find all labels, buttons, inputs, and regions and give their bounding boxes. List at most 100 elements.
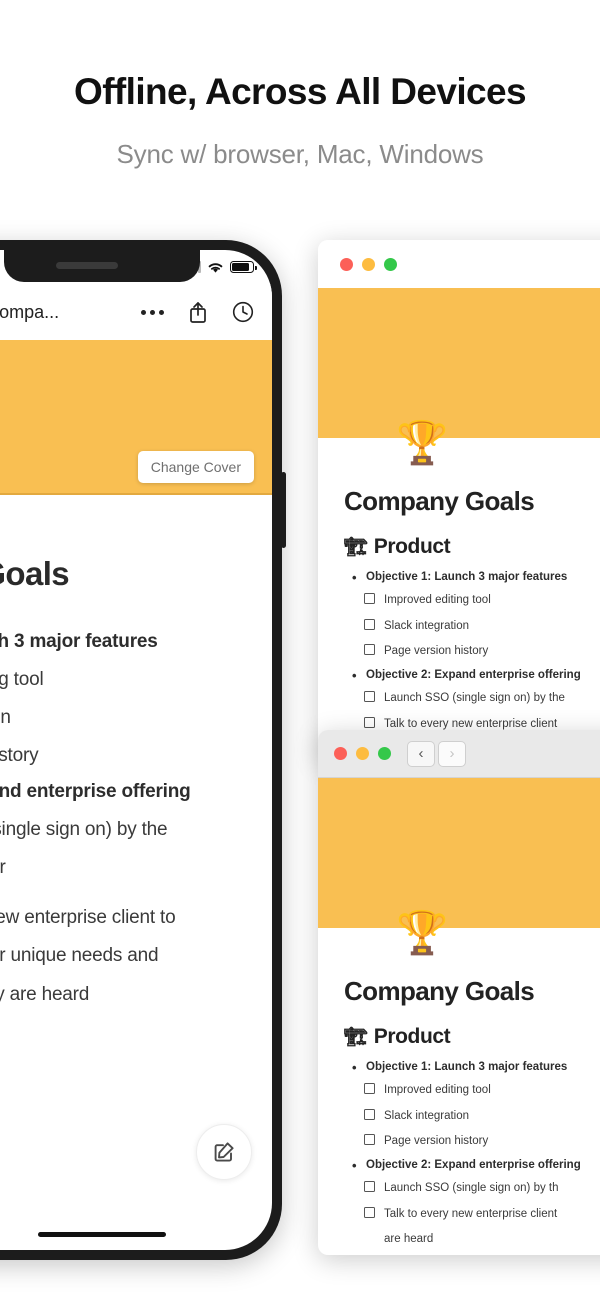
phone-nav-bar: 🏆 Compa... bbox=[0, 284, 272, 340]
list-item: Expand enterprise offering bbox=[0, 781, 191, 803]
phone-cover-image: Change Cover bbox=[0, 340, 272, 495]
minimize-icon[interactable] bbox=[356, 747, 369, 760]
checkbox-label: Improved editing tool bbox=[384, 1084, 491, 1096]
checkbox-label: Launch SSO (single sign on) by the bbox=[384, 692, 565, 705]
zoom-icon[interactable] bbox=[378, 747, 391, 760]
doc-section-label: Product bbox=[373, 535, 451, 558]
ellipsis-icon[interactable] bbox=[141, 309, 164, 315]
forward-button[interactable]: › bbox=[438, 740, 466, 767]
list-item: Objective 1: Launch 3 major features bbox=[344, 1060, 600, 1075]
checkbox-item[interactable]: Slack integration bbox=[344, 1108, 600, 1125]
checkbox-label: Page version history bbox=[384, 645, 489, 658]
doc-title: Company Goals bbox=[344, 486, 535, 516]
traffic-lights bbox=[334, 747, 391, 760]
trophy-icon: 🏆 bbox=[396, 909, 449, 956]
checkbox-icon[interactable] bbox=[364, 1083, 375, 1094]
battery-icon bbox=[230, 261, 257, 273]
phone-page-title[interactable]: Compa... bbox=[0, 302, 59, 323]
list-item: Objective 1: Launch 3 major features bbox=[344, 570, 600, 585]
window-document: Company Goals 🏗 Product Objective 1: Lau… bbox=[318, 928, 600, 1248]
phone-doc-title: y Goals bbox=[0, 555, 70, 592]
checkbox-icon[interactable] bbox=[364, 1108, 375, 1120]
phone-document: y Goals aunch 3 major features editing t… bbox=[0, 495, 272, 1020]
phone-speaker bbox=[56, 262, 118, 269]
promo-screenshot: Offline, Across All Devices Sync w/ brow… bbox=[0, 0, 600, 1299]
checkbox-item[interactable]: Talk to every new enterprise client bbox=[344, 1206, 600, 1223]
doc-title: Company Goals bbox=[344, 976, 535, 1006]
list-item: e year bbox=[0, 857, 6, 879]
list-item: e they are heard bbox=[0, 983, 90, 1005]
close-icon[interactable] bbox=[334, 747, 347, 760]
list-item: SO (single sign on) by the bbox=[0, 819, 168, 841]
doc-section-heading: 🏗 Product bbox=[344, 535, 600, 559]
trophy-icon: 🏆 bbox=[396, 419, 449, 466]
checkbox-icon[interactable] bbox=[364, 1206, 375, 1218]
phone-doc-body: aunch 3 major features editing tool grat… bbox=[0, 631, 250, 1007]
desktop-window-front: ‹ › 🏆 Company Goals 🏗 Product Objective … bbox=[318, 730, 600, 1255]
doc-bullet-list: Objective 1: Launch 3 major features Imp… bbox=[344, 1060, 600, 1248]
checkbox-item[interactable]: Slack integration bbox=[344, 618, 600, 635]
doc-bullet-list: Objective 1: Launch 3 major features Imp… bbox=[344, 570, 600, 732]
window-titlebar: ‹ › bbox=[318, 730, 600, 778]
doc-section-heading: 🏗 Product bbox=[344, 1025, 600, 1049]
traffic-lights bbox=[340, 257, 397, 271]
list-item: Objective 2: Expand enterprise offering bbox=[344, 1158, 600, 1173]
crane-icon: 🏗 bbox=[344, 537, 368, 558]
change-cover-button[interactable]: Change Cover bbox=[137, 451, 254, 483]
window-document: Company Goals 🏗 Product Objective 1: Lau… bbox=[318, 438, 600, 732]
phone-device: 🏆 Compa... C bbox=[0, 240, 286, 1260]
checkbox-continuation: are heard bbox=[384, 1233, 434, 1246]
list-item: d their unique needs and bbox=[0, 945, 159, 967]
checkbox-label: Slack integration bbox=[384, 1109, 470, 1122]
checkbox-item[interactable]: Improved editing tool bbox=[344, 592, 600, 609]
checkbox-item[interactable]: Page version history bbox=[344, 643, 600, 660]
checkbox-icon[interactable] bbox=[364, 691, 375, 703]
checkbox-item[interactable]: Launch SSO (single sign on) by the bbox=[344, 690, 600, 707]
checkbox-icon[interactable] bbox=[364, 716, 375, 728]
checkbox-label: Launch SSO (single sign on) by th bbox=[384, 1182, 559, 1195]
phone-screen: 🏆 Compa... C bbox=[0, 250, 272, 1250]
header: Offline, Across All Devices Sync w/ brow… bbox=[0, 0, 600, 170]
list-item: gration bbox=[0, 707, 11, 729]
window-titlebar bbox=[318, 240, 600, 288]
doc-section-label: Product bbox=[373, 1025, 451, 1048]
checkbox-icon[interactable] bbox=[364, 593, 375, 604]
list-item: ery new enterprise client to bbox=[0, 907, 176, 929]
checkbox-icon[interactable] bbox=[364, 618, 375, 630]
page-subtitle: Sync w/ browser, Mac, Windows bbox=[116, 138, 484, 169]
checkbox-label: Page version history bbox=[384, 1135, 489, 1148]
checkbox-item[interactable]: Launch SSO (single sign on) by th bbox=[344, 1180, 600, 1197]
window-cover-image[interactable]: 🏆 bbox=[318, 288, 600, 464]
checkbox-label: Talk to every new enterprise client bbox=[384, 1207, 558, 1220]
clock-icon[interactable] bbox=[232, 301, 254, 323]
desktop-window-back: 🏆 Company Goals 🏗 Product Objective 1: L… bbox=[318, 240, 600, 760]
crane-icon: 🏗 bbox=[344, 1027, 368, 1048]
list-item: ion history bbox=[0, 745, 39, 767]
checkbox-icon[interactable] bbox=[364, 1134, 375, 1146]
list-item: Objective 2: Expand enterprise offering bbox=[344, 668, 600, 683]
back-button[interactable]: ‹ bbox=[407, 740, 435, 767]
share-icon[interactable] bbox=[188, 301, 208, 324]
minimize-icon[interactable] bbox=[362, 257, 375, 271]
compose-icon bbox=[214, 1142, 234, 1162]
zoom-icon[interactable] bbox=[384, 257, 397, 271]
close-icon[interactable] bbox=[340, 257, 353, 271]
home-indicator bbox=[38, 1232, 166, 1237]
checkbox-label: Improved editing tool bbox=[384, 594, 491, 606]
window-cover-image[interactable]: 🏆 bbox=[318, 778, 600, 954]
phone-notch bbox=[4, 250, 200, 282]
checkbox-label: Talk to every new enterprise client bbox=[384, 717, 558, 730]
page-title: Offline, Across All Devices bbox=[74, 71, 527, 112]
checkbox-icon[interactable] bbox=[364, 1181, 375, 1193]
checkbox-item[interactable]: Improved editing tool bbox=[344, 1082, 600, 1099]
checkbox-label: Slack integration bbox=[384, 619, 470, 632]
checkbox-item[interactable]: Page version history bbox=[344, 1133, 600, 1150]
list-item: editing tool bbox=[0, 669, 44, 690]
list-item: aunch 3 major features bbox=[0, 631, 158, 652]
checkbox-icon[interactable] bbox=[364, 644, 375, 656]
phone-nav-icons bbox=[141, 301, 254, 324]
wifi-icon bbox=[208, 262, 223, 273]
compose-button[interactable] bbox=[196, 1124, 252, 1180]
phone-side-button[interactable] bbox=[281, 472, 286, 548]
